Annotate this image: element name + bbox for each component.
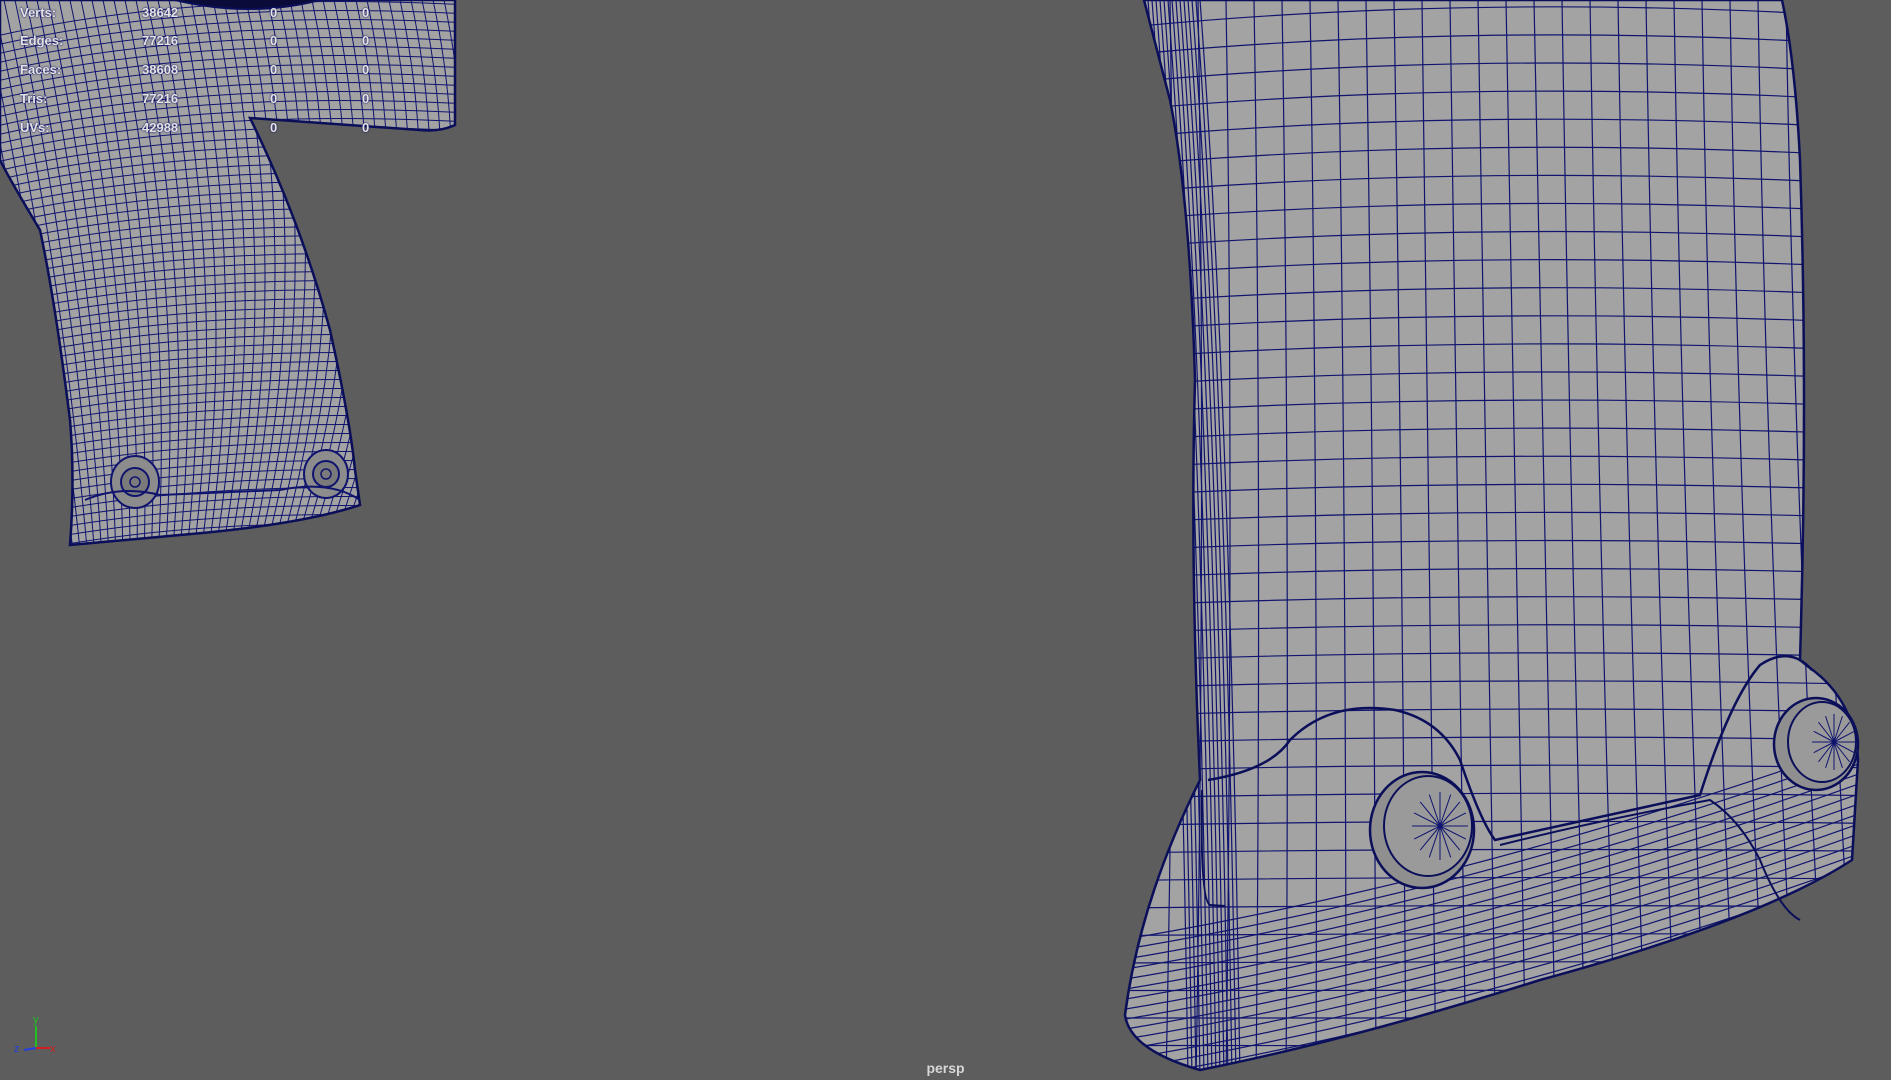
z-axis-label: z <box>14 1043 20 1055</box>
camera-name-label: persp <box>926 1060 965 1076</box>
hud-total: 77216 <box>142 91 179 106</box>
hud-row-uvs: UVs: 42988 0 0 <box>0 120 400 136</box>
wire-edge <box>1813 0 1857 1070</box>
hud-selected: 0 <box>270 33 278 48</box>
hud-components: 0 <box>362 62 370 77</box>
hud-total: 38608 <box>142 62 179 77</box>
hud-row-faces: Faces: 38608 0 0 <box>0 62 400 78</box>
hud-total: 38642 <box>142 5 179 20</box>
mesh-scene[interactable] <box>0 0 1891 1080</box>
hud-row-verts: Verts: 38642 0 0 <box>0 5 400 21</box>
hud-label: Verts: <box>20 5 57 20</box>
hud-total: 77216 <box>142 33 179 48</box>
hud-label: Edges: <box>20 33 64 48</box>
hud-selected: 0 <box>270 5 278 20</box>
y-axis-label: y <box>33 1014 39 1026</box>
hud-components: 0 <box>362 91 370 106</box>
hud-selected: 0 <box>270 91 278 106</box>
poly-count-hud: Verts: 38642 0 0 Edges: 77216 0 0 Faces:… <box>0 0 400 140</box>
hud-total: 42988 <box>142 120 179 135</box>
hud-label: UVs: <box>20 120 50 135</box>
z-axis-line <box>23 1047 37 1051</box>
hud-label: Tris: <box>20 91 48 106</box>
hud-label: Faces: <box>20 62 62 77</box>
hud-row-tris: Tris: 77216 0 0 <box>0 91 400 107</box>
x-axis-label: x <box>50 1043 56 1055</box>
left-grip-bolt-1 <box>110 455 160 509</box>
hud-selected: 0 <box>270 120 278 135</box>
wire-edge <box>1125 1044 1858 1047</box>
hud-components: 0 <box>362 33 370 48</box>
hud-row-edges: Edges: 77216 0 0 <box>0 33 400 49</box>
right-grip-bolt-2 <box>1772 696 1860 792</box>
right-grip-bolt-1 <box>1368 770 1476 890</box>
hud-selected: 0 <box>270 62 278 77</box>
hud-components: 0 <box>362 5 370 20</box>
right-grip-mesh <box>1123 0 1860 1072</box>
hud-components: 0 <box>362 120 370 135</box>
axis-gizmo-icon: y x z <box>14 1014 56 1055</box>
3d-viewport[interactable]: Verts: 38642 0 0 Edges: 77216 0 0 Faces:… <box>0 0 1891 1080</box>
